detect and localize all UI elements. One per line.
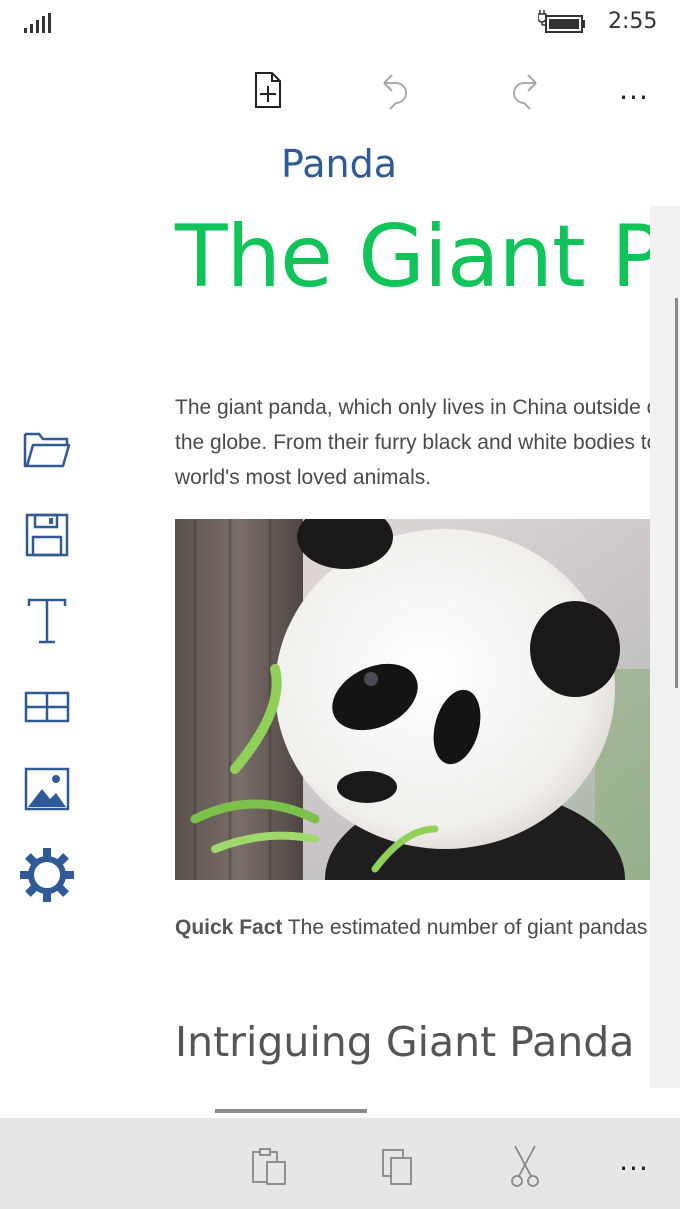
signal-strength-icon: [24, 13, 51, 33]
document-header-label: Panda: [281, 142, 397, 186]
redo-button[interactable]: [496, 60, 552, 120]
save-button[interactable]: [18, 506, 76, 564]
panda-illustration: [175, 519, 650, 880]
cut-button[interactable]: [501, 1142, 549, 1190]
paragraph-line: world's most loved animals.: [175, 466, 432, 489]
copy-button[interactable]: [373, 1142, 421, 1190]
folder-icon: [23, 432, 71, 468]
copy-icon: [382, 1149, 412, 1185]
panda-photo[interactable]: [175, 519, 650, 880]
new-document-button[interactable]: [240, 60, 296, 120]
document-title[interactable]: The Giant Panda: [175, 210, 650, 305]
quick-fact-text: The estimated number of giant pandas lef…: [287, 916, 650, 939]
scissors-icon: [511, 1145, 539, 1187]
more-options-button[interactable]: ...: [606, 60, 662, 120]
open-file-button[interactable]: [18, 420, 76, 478]
insert-picture-button[interactable]: [18, 760, 76, 818]
new-document-icon: [255, 72, 281, 108]
document-paragraph[interactable]: The giant panda, which only lives in Chi…: [175, 390, 650, 495]
battery-charging-icon: [538, 10, 585, 33]
paste-icon: [252, 1148, 286, 1185]
vertical-scrollbar[interactable]: [675, 298, 678, 688]
insert-table-button[interactable]: [18, 678, 76, 736]
paste-button[interactable]: [245, 1142, 293, 1190]
redo-icon: [513, 74, 537, 110]
undo-button[interactable]: [368, 60, 424, 120]
status-bar: 2:55: [0, 0, 680, 50]
settings-button[interactable]: [18, 846, 76, 904]
table-icon: [24, 691, 70, 723]
undo-icon: [383, 74, 407, 110]
quick-fact-line[interactable]: Quick Fact The estimated number of giant…: [175, 916, 650, 940]
picture-icon: [24, 767, 70, 811]
text-format-icon: [27, 598, 67, 644]
text-format-button[interactable]: [18, 592, 76, 650]
save-icon: [25, 513, 69, 557]
paragraph-line: The giant panda, which only lives in Chi…: [175, 396, 650, 419]
document-heading-2[interactable]: Intriguing Giant Panda Mysteries: [175, 1018, 650, 1066]
status-clock: 2:55: [608, 9, 658, 34]
left-command-rail: [0, 420, 96, 920]
bottom-app-bar: ...: [0, 1118, 680, 1209]
document-page[interactable]: The Giant Panda The giant panda, which o…: [152, 206, 650, 1088]
more-commands-button[interactable]: ...: [610, 1136, 658, 1184]
gear-icon: [20, 848, 74, 902]
drag-handle[interactable]: [215, 1109, 367, 1113]
paragraph-line: the globe. From their furry black and wh…: [175, 431, 650, 454]
quick-fact-label: Quick Fact: [175, 916, 283, 939]
top-toolbar: ...: [0, 60, 680, 130]
